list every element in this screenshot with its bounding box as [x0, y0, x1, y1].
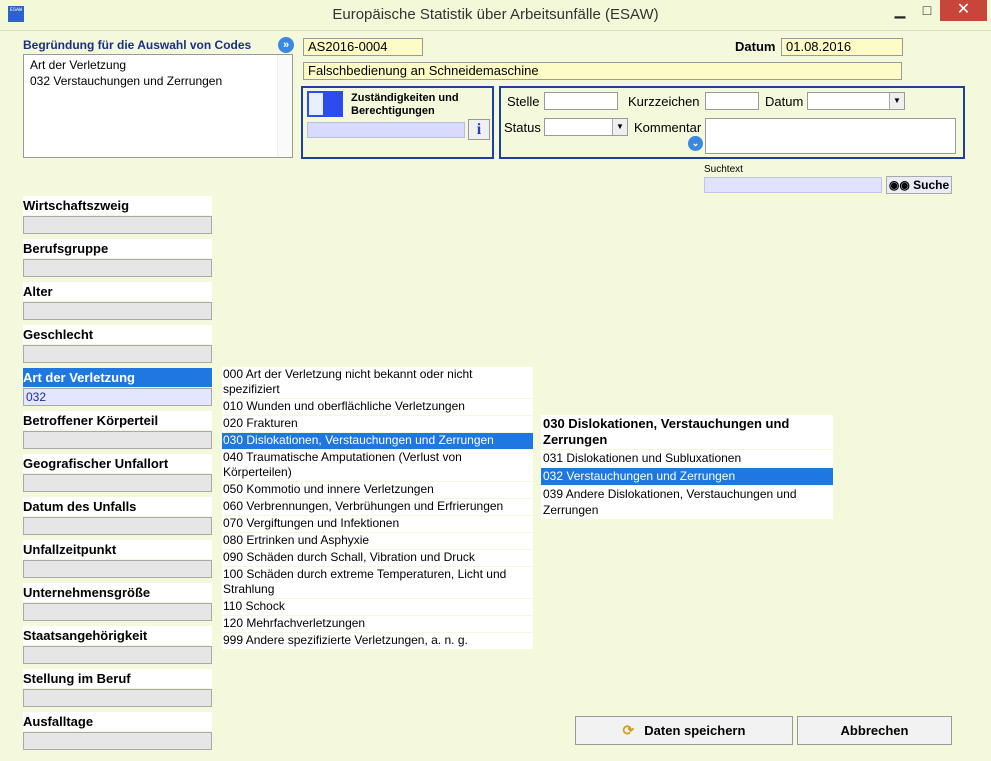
code-item[interactable]: 100 Schäden durch extreme Temperaturen, …: [222, 567, 533, 598]
category-title[interactable]: Geografischer Unfallort: [23, 454, 212, 473]
code-item[interactable]: 080 Ertrinken und Asphyxie: [222, 533, 533, 549]
category-field[interactable]: [23, 259, 212, 277]
kommentar-label: Kommentar: [634, 120, 702, 135]
description-field[interactable]: Falschbedienung an Schneidemaschine: [303, 62, 902, 80]
date-label: Datum: [735, 39, 776, 54]
status-date-select[interactable]: ▼: [807, 92, 905, 110]
code-item[interactable]: 070 Vergiftungen und Infektionen: [222, 516, 533, 532]
case-number-field[interactable]: AS2016-0004: [303, 38, 423, 56]
reason-textarea[interactable]: Art der Verletzung 032 Verstauchungen un…: [23, 54, 293, 158]
code-list: 000 Art der Verletzung nicht bekannt ode…: [222, 367, 533, 650]
window-title: Europäische Statistik über Arbeitsunfäll…: [332, 6, 659, 23]
chevron-down-icon[interactable]: ▼: [889, 93, 904, 109]
code-item[interactable]: 120 Mehrfachverletzungen: [222, 616, 533, 632]
chevron-down-icon[interactable]: ▼: [612, 119, 627, 135]
maximize-button[interactable]: □: [913, 0, 941, 21]
responsibilities-input[interactable]: [307, 122, 465, 138]
code-item[interactable]: 090 Schäden durch Schall, Vibration und …: [222, 550, 533, 566]
reason-line: Art der Verletzung: [30, 58, 127, 72]
category-title[interactable]: Datum des Unfalls: [23, 497, 212, 516]
subcode-item[interactable]: 031 Dislokationen und Subluxationen: [541, 450, 833, 467]
subcode-item[interactable]: 032 Verstauchungen und Zerrungen: [541, 468, 833, 485]
category-title[interactable]: Unternehmensgröße: [23, 583, 212, 602]
category-field[interactable]: [23, 517, 212, 535]
category-title[interactable]: Stellung im Beruf: [23, 669, 212, 688]
stelle-input[interactable]: [544, 92, 618, 110]
cancel-button[interactable]: Abbrechen: [797, 716, 952, 745]
search-input[interactable]: [704, 177, 882, 193]
category-field[interactable]: [23, 646, 212, 664]
subcode-item[interactable]: 039 Andere Dislokationen, Verstauchungen…: [541, 486, 833, 519]
search-label: Suchtext: [704, 164, 743, 175]
code-item[interactable]: 999 Andere spezifizierte Verletzungen, a…: [222, 633, 533, 649]
category-title[interactable]: Staatsangehörigkeit: [23, 626, 212, 645]
search-button-label: Suche: [913, 178, 950, 192]
code-item[interactable]: 030 Dislokationen, Verstauchungen und Ze…: [222, 433, 533, 449]
code-item[interactable]: 050 Kommotio und innere Verletzungen: [222, 482, 533, 498]
info-button[interactable]: i: [468, 119, 490, 140]
category-title[interactable]: Wirtschaftszweig: [23, 196, 212, 215]
date-field[interactable]: 01.08.2016: [781, 38, 903, 56]
save-button[interactable]: ⟳ Daten speichern: [575, 716, 793, 745]
category-title[interactable]: Unfallzeitpunkt: [23, 540, 212, 559]
subcode-heading: 030 Dislokationen, Verstauchungen und Ze…: [541, 415, 833, 449]
reason-line: 032 Verstauchungen und Zerrungen: [30, 74, 223, 88]
status-label: Status: [504, 120, 541, 135]
category-field[interactable]: [23, 603, 212, 621]
kurzzeichen-label: Kurzzeichen: [628, 94, 700, 109]
code-item[interactable]: 060 Verbrennungen, Verbrühungen und Erfr…: [222, 499, 533, 515]
responsibilities-title: Zuständigkeiten und Berechtigungen: [351, 92, 459, 117]
category-field[interactable]: [23, 345, 212, 363]
code-item[interactable]: 010 Wunden und oberflächliche Verletzung…: [222, 399, 533, 415]
category-field[interactable]: [23, 689, 212, 707]
status-select[interactable]: ▼: [544, 118, 628, 136]
binoculars-icon: ◉◉: [888, 178, 910, 192]
expand-down-icon[interactable]: ⌄: [688, 136, 703, 151]
category-title[interactable]: Ausfalltage: [23, 712, 212, 731]
category-title[interactable]: Betroffener Körperteil: [23, 411, 212, 430]
code-item[interactable]: 040 Traumatische Amputationen (Verlust v…: [222, 450, 533, 481]
users-arrows-icon: [307, 91, 343, 117]
code-item[interactable]: 110 Schock: [222, 599, 533, 615]
stelle-label: Stelle: [507, 94, 540, 109]
category-title[interactable]: Berufsgruppe: [23, 239, 212, 258]
category-title[interactable]: Art der Verletzung: [23, 368, 212, 387]
status-panel: Stelle Kurzzeichen Datum ▼ Status ▼ Komm…: [499, 86, 965, 159]
minimize-button[interactable]: ▁: [886, 0, 914, 21]
category-field[interactable]: [23, 560, 212, 578]
save-button-label: Daten speichern: [644, 723, 746, 738]
close-button[interactable]: ✕: [940, 0, 987, 21]
category-field[interactable]: [23, 431, 212, 449]
kommentar-textarea[interactable]: [705, 118, 956, 154]
kurzzeichen-input[interactable]: [705, 92, 759, 110]
status-date-label: Datum: [765, 94, 804, 109]
category-field[interactable]: [23, 302, 212, 320]
code-item[interactable]: 020 Frakturen: [222, 416, 533, 432]
category-title[interactable]: Alter: [23, 282, 212, 301]
save-icon: ⟳: [622, 722, 635, 738]
subcode-list: 030 Dislokationen, Verstauchungen und Ze…: [541, 415, 833, 519]
category-field[interactable]: 032: [23, 388, 212, 406]
code-item[interactable]: 000 Art der Verletzung nicht bekannt ode…: [222, 367, 533, 398]
reason-scrollbar[interactable]: [277, 55, 292, 157]
category-field[interactable]: [23, 216, 212, 234]
reason-label: Begründung für die Auswahl von Codes: [23, 38, 252, 52]
category-field[interactable]: [23, 732, 212, 750]
search-button[interactable]: ◉◉ Suche: [886, 176, 952, 194]
expand-icon[interactable]: »: [278, 37, 294, 53]
category-title[interactable]: Geschlecht: [23, 325, 212, 344]
responsibilities-panel: Zuständigkeiten und Berechtigungen i: [301, 86, 494, 159]
category-field[interactable]: [23, 474, 212, 492]
